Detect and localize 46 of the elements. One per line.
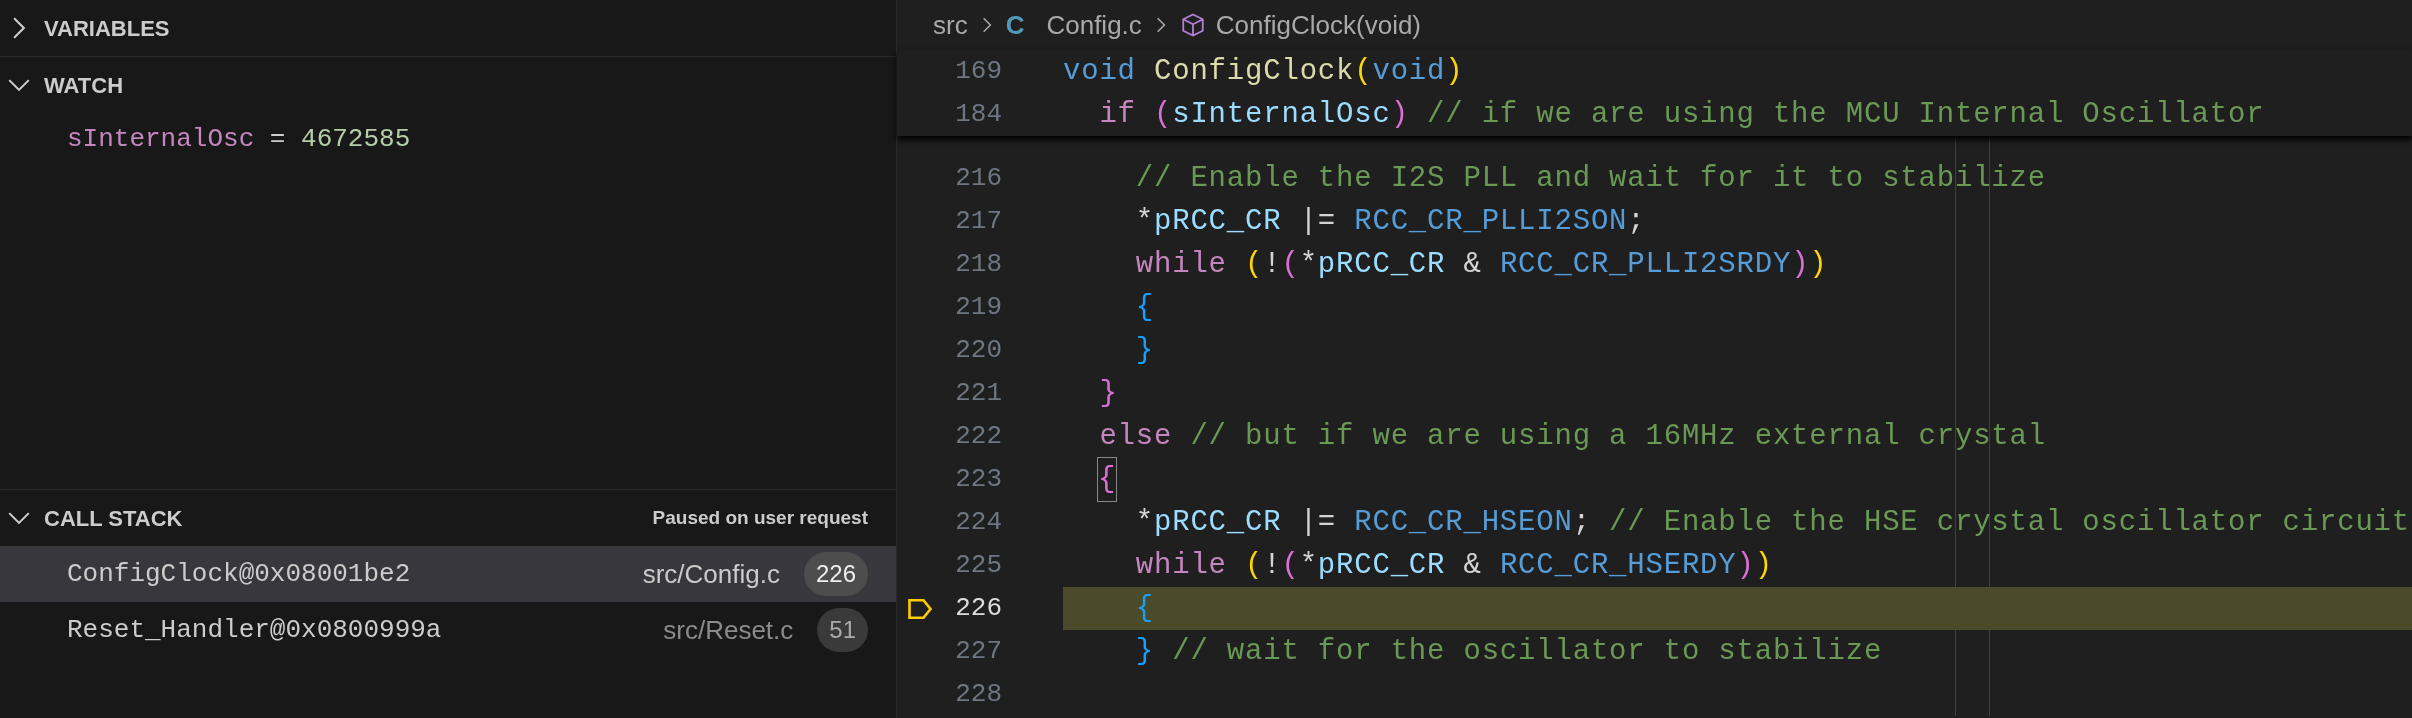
code-line: *pRCC_CR |= RCC_CR_HSEON; // Enable the HSE crystal oscillator circuit xyxy=(1134,504,2412,541)
line-number: 219 xyxy=(954,291,1002,324)
code-line: } // wait for the oscillator to stabilize xyxy=(1134,633,1884,670)
line-number: 217 xyxy=(954,205,1002,238)
code-line: } xyxy=(1098,375,1119,412)
line-number: 184 xyxy=(954,98,1002,131)
status-text: Paused on user request xyxy=(652,505,868,530)
line-number: 169 xyxy=(954,55,1002,88)
code-line: while (!(*pRCC_CR & RCC_CR_PLLI2SRDY)) xyxy=(1134,246,1829,283)
line-number: 225 xyxy=(954,549,1002,582)
line-number: 227 xyxy=(954,635,1002,668)
stack-frame-row[interactable]: ConfigClock@0x08001be2 src/Config.c 226 xyxy=(0,546,896,602)
file-name: src/Reset.c xyxy=(663,613,794,647)
line-number: 224 xyxy=(954,506,1002,539)
file-name: src/Config.c xyxy=(642,557,780,591)
line-number: 226 xyxy=(954,592,1002,625)
section-title[interactable]: CALL STACK xyxy=(44,501,183,535)
line-number: 223 xyxy=(954,463,1002,496)
code-line: { xyxy=(1134,289,1155,326)
stack-frame-row[interactable]: Reset_Handler@0x0800999a src/Reset.c 51 xyxy=(0,602,896,658)
frame-name: ConfigClock@0x08001be2 xyxy=(67,557,411,591)
breadcrumb-item[interactable]: ConfigClock(void) xyxy=(1215,5,1422,45)
code-line: { xyxy=(1063,458,2412,501)
code-line: else // but if we are using a 16MHz external crystal xyxy=(1098,418,2047,455)
watch-expression[interactable]: sInternalOsc = 4672585 xyxy=(67,119,411,159)
code-line: } xyxy=(1134,332,1155,369)
file-type-icon: C xyxy=(1005,5,1025,45)
breadcrumb-item[interactable]: Config.c xyxy=(1046,5,1142,45)
line-number: 216 xyxy=(954,162,1002,195)
line-number: 222 xyxy=(954,420,1002,453)
cube-icon xyxy=(1179,12,1206,38)
code-line: // Enable the I2S PLL and wait for it to stabilize xyxy=(1134,160,2047,197)
line-count: 51 xyxy=(817,608,868,652)
code-line: while (!(*pRCC_CR & RCC_CR_HSERDY)) xyxy=(1134,547,1774,584)
code-line: void ConfigClock(void) xyxy=(1063,53,1465,90)
line-number: 228 xyxy=(954,678,1002,711)
line-number: 220 xyxy=(954,334,1002,367)
line-number: 218 xyxy=(954,248,1002,281)
section-title[interactable]: WATCH xyxy=(44,68,124,102)
code-line: if (sInternalOsc) // if we are using the MCU Internal Oscillator xyxy=(1098,96,2266,133)
section-title[interactable]: VARIABLES xyxy=(44,11,170,45)
line-count: 226 xyxy=(803,552,868,596)
frame-name: Reset_Handler@0x0800999a xyxy=(67,613,442,647)
breadcrumb-item[interactable]: src xyxy=(933,5,968,45)
line-number: 221 xyxy=(954,377,1002,410)
code-line: *pRCC_CR |= RCC_CR_PLLI2SON; xyxy=(1134,203,1647,240)
